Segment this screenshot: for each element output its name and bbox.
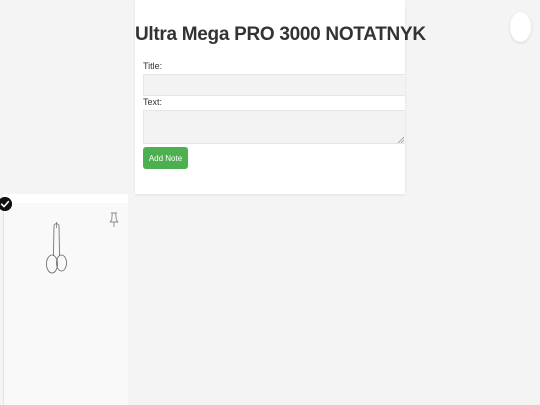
note-header-strip [3, 194, 128, 203]
menu-toggle-button[interactable] [510, 12, 531, 42]
title-input[interactable] [143, 74, 405, 96]
app-page: Ultra Mega PRO 3000 NOTATNYK Title: Text… [0, 0, 540, 405]
note-form: Ultra Mega PRO 3000 NOTATNYK Title: Text… [135, 0, 426, 194]
add-note-button[interactable]: Add Note [143, 147, 188, 169]
title-label: Title: [143, 61, 163, 71]
pin-icon[interactable] [108, 212, 120, 228]
resize-grip-icon[interactable] [397, 136, 404, 143]
page-title: Ultra Mega PRO 3000 NOTATNYK [135, 24, 426, 45]
doodle-drawing [46, 222, 67, 274]
text-input[interactable] [143, 110, 405, 144]
text-label: Text: [143, 97, 163, 107]
